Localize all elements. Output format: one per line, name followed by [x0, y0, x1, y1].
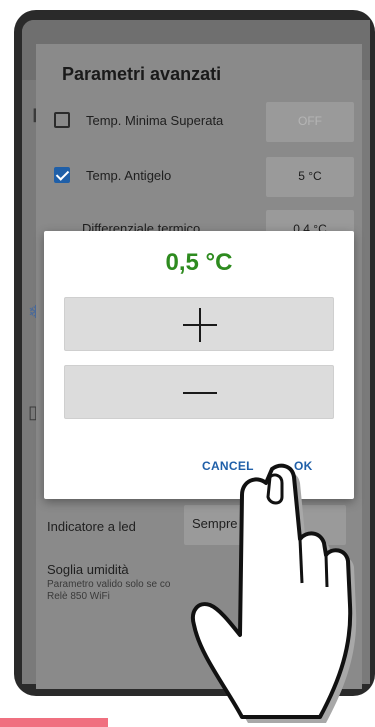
selected-value: 0,5 °C: [165, 249, 233, 276]
min-temp-value-button[interactable]: OFF: [266, 102, 354, 142]
min-temp-label: Temp. Minima Superata: [86, 113, 224, 128]
led-indicator-label: Indicatore a led: [47, 519, 136, 534]
humidity-note-line1: Parametro valido solo se co: [47, 579, 171, 590]
highlight-bar: [0, 718, 108, 727]
humidity-note-line2: Relè 850 WiFi: [47, 591, 110, 602]
humidity-threshold-label: Soglia umidità: [47, 562, 129, 577]
minus-icon: [183, 392, 217, 394]
setting-row-min-temp: Temp. Minima Superata OFF: [54, 102, 354, 142]
plus-icon-vertical: [199, 308, 201, 342]
min-temp-checkbox[interactable]: [54, 112, 70, 128]
setting-row-antifreeze: Temp. Antigelo 5 °C: [54, 157, 354, 197]
increment-button[interactable]: [64, 297, 334, 351]
antifreeze-label: Temp. Antigelo: [86, 168, 172, 183]
pointing-hand-icon: [191, 463, 357, 723]
panel-title: Parametri avanzati: [62, 64, 222, 84]
antifreeze-value: 5 °C: [298, 169, 322, 183]
antifreeze-checkbox[interactable]: [54, 167, 70, 183]
decrement-button[interactable]: [64, 365, 334, 419]
antifreeze-value-button[interactable]: 5 °C: [266, 157, 354, 197]
min-temp-value: OFF: [298, 114, 322, 128]
